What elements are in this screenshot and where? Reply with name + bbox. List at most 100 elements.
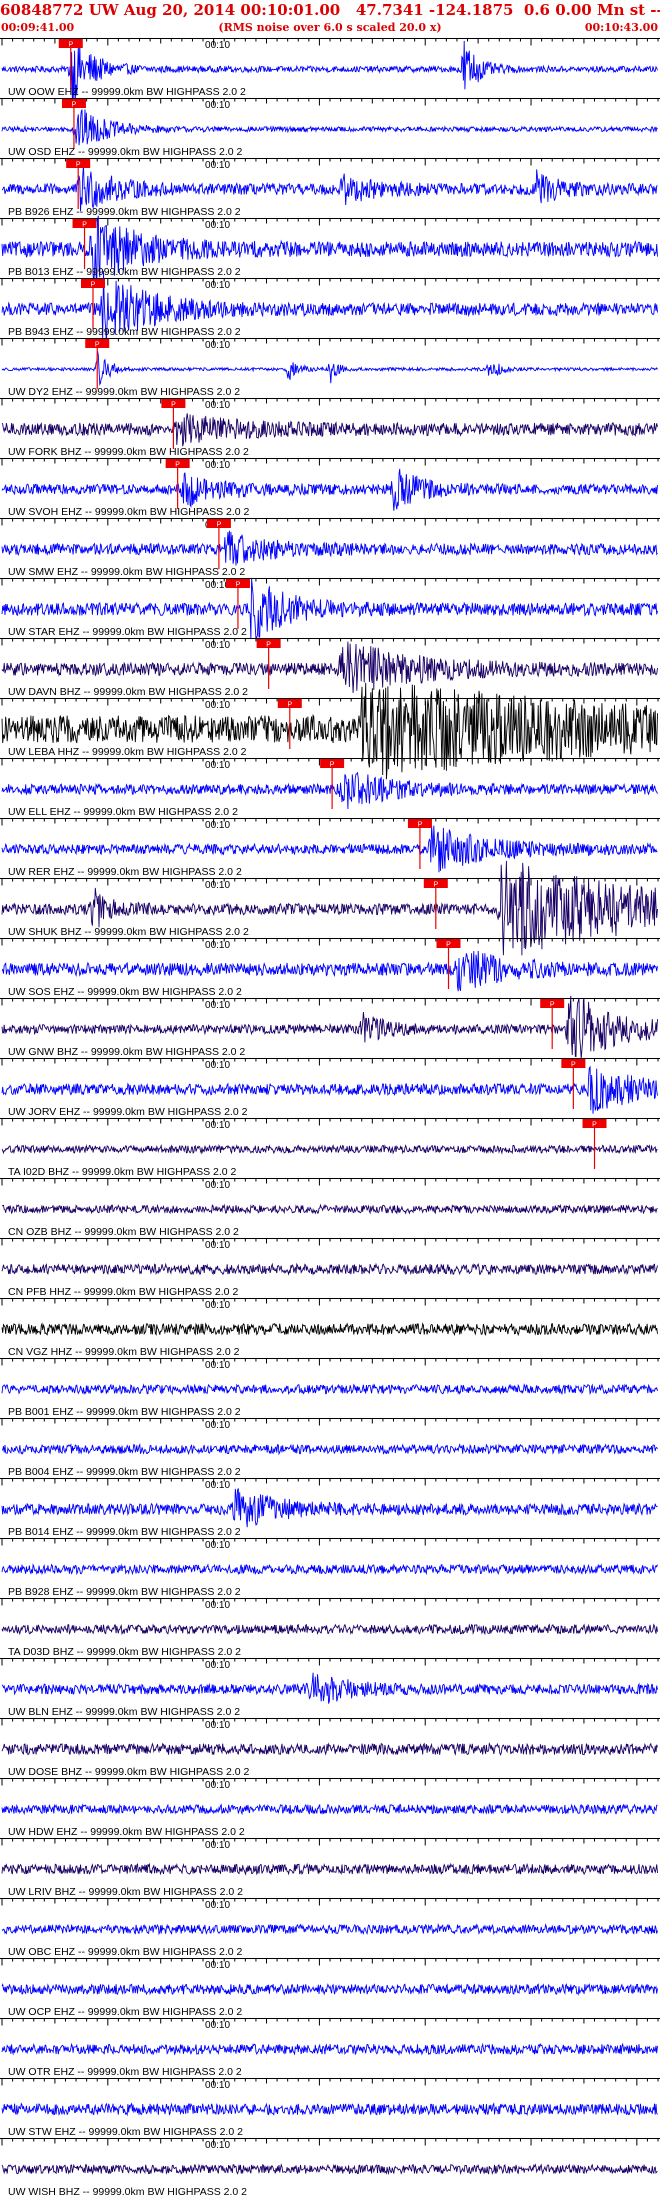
phase-pick-label: P [330, 762, 335, 769]
mid-time-label: 00:10 [205, 2140, 230, 2151]
waveform-trace [1, 1563, 658, 1576]
channel-28: 00:10 UW DOSE BHZ -- 99999.0km BW HIGHPAS… [0, 1718, 660, 1778]
channel-label: UW DOSE BHZ -- 99999.0km BW HIGHPASS 2.0… [8, 1766, 250, 1778]
channel-label: UW OCP EHZ -- 99999.0km BW HIGHPASS 2.0 … [8, 2006, 242, 2018]
phase-pick-label: P [571, 1062, 576, 1069]
channel-3: 00:10 P PB B013 EHZ -- 99999.0km BW HIGHPA… [0, 215, 660, 286]
channel-9: 00:10 PUW STAR EHZ -- 99999.0km BW HIGHPA… [0, 578, 660, 640]
waveform-trace [1, 771, 658, 810]
waveform-trace [1, 1923, 658, 1936]
phase-pick-label: P [217, 522, 222, 529]
channel-26: 00:10 TA D03D BHZ -- 99999.0km BW HIGHPAS… [0, 1598, 660, 1658]
channel-label: UW WISH BHZ -- 99999.0km BW HIGHPASS 2.0… [8, 2186, 247, 2198]
channel-label: TA D03D BHZ -- 99999.0km BW HIGHPASS 2.0… [8, 1646, 241, 1658]
seismogram-plot: 00:10 P UW OOW EHZ -- 99999.0km BW HIGHPAS… [0, 38, 660, 2198]
channel-20: 00:10 CN PFB HHZ -- 99999.0km BW HIGHPASS… [0, 1238, 660, 1298]
channel-5: 00:10 P UW DY2 EHZ -- 99999.0km BW HIGHPAS… [0, 338, 660, 398]
phase-pick-label: P [91, 282, 96, 289]
rms-note: (RMS noise over 6.0 s scaled 20.0 x) [218, 21, 442, 34]
channel-label: UW SMW EHZ -- 99999.0km BW HIGHPASS 2.0 … [8, 566, 245, 578]
waveform-trace [1, 1383, 658, 1396]
channel-30: 00:10 UW LRIV BHZ -- 99999.0km BW HIGHPAS… [0, 1838, 660, 1898]
channel-label: UW BLN EHZ -- 99999.0km BW HIGHPASS 2.0 … [8, 1706, 240, 1718]
mid-time-label: 00:10 [205, 1900, 230, 1911]
mid-time-label: 00:10 [205, 760, 230, 771]
mid-time-label: 00:10 [205, 340, 230, 351]
channel-label: PB B926 EHZ -- 99999.0km BW HIGHPASS 2.0… [8, 206, 241, 218]
channel-17: 00:10 P UW JORV EHZ -- 99999.0km BW HIGHPA… [0, 1058, 660, 1118]
mid-time-label: 00:10 [205, 1780, 230, 1791]
waveform-trace [1, 1803, 658, 1816]
waveform-trace [1, 2042, 658, 2056]
channel-18: 00:10 P TA I02D BHZ -- 99999.0km BW HIGHPA… [0, 1118, 660, 1178]
channel-label: PB B928 EHZ -- 99999.0km BW HIGHPASS 2.0… [8, 1586, 241, 1598]
waveform-trace [1, 1262, 658, 1276]
channel-label: UW SVOH EHZ -- 99999.0km BW HIGHPASS 2.0… [8, 506, 250, 518]
channel-6: 00:10 P UW FORK BHZ -- 99999.0km BW HIGHPA… [0, 398, 660, 458]
mid-time-label: 00:10 [205, 2080, 230, 2091]
channel-label: UW LRIV BHZ -- 99999.0km BW HIGHPASS 2.0… [8, 1886, 243, 1898]
channel-7: 00:10 P UW SVOH EHZ -- 99999.0km BW HIGHPA… [0, 458, 660, 518]
channel-label: PB B001 EHZ -- 99999.0km BW HIGHPASS 2.0… [8, 1406, 241, 1418]
phase-pick-label: P [76, 162, 81, 169]
mid-time-label: 00:10 [205, 280, 230, 291]
channel-34: 00:10 UW STW EHZ -- 99999.0km BW HIGHPASS… [0, 2078, 660, 2138]
phase-pick-label: P [175, 462, 180, 469]
waveform-trace [1, 2102, 658, 2117]
channel-32: 00:10 UW OCP EHZ -- 99999.0km BW HIGHPASS… [0, 1958, 660, 2018]
channel-label: UW OBC EHZ -- 99999.0km BW HIGHPASS 2.0 … [8, 1946, 243, 1958]
mid-time-label: 00:10 [205, 160, 230, 171]
channel-4: 00:10 P PB B943 EHZ -- 99999.0km BW HIGHPA… [0, 270, 660, 343]
channel-label: UW GNW BHZ -- 99999.0km BW HIGHPASS 2.0 … [8, 1046, 245, 1058]
mid-time-label: 00:10 [205, 220, 230, 231]
channel-label: UW OTR EHZ -- 99999.0km BW HIGHPASS 2.0 … [8, 2066, 242, 2078]
mid-time-label: 00:10 [205, 1240, 230, 1251]
channel-label: UW HDW EHZ -- 99999.0km BW HIGHPASS 2.0 … [8, 1826, 245, 1838]
mid-time-label: 00:10 [205, 820, 230, 831]
channel-label: UW JORV EHZ -- 99999.0km BW HIGHPASS 2.0… [8, 1106, 248, 1118]
mid-time-label: 00:10 [205, 40, 230, 51]
phase-pick-label: P [72, 102, 77, 109]
channel-25: 00:10 PB B928 EHZ -- 99999.0km BW HIGHPAS… [0, 1538, 660, 1598]
mid-time-label: 00:10 [205, 1840, 230, 1851]
channel-29: 00:10 UW HDW EHZ -- 99999.0km BW HIGHPASS… [0, 1778, 660, 1838]
channel-label: PB B014 EHZ -- 99999.0km BW HIGHPASS 2.0… [8, 1526, 241, 1538]
end-time: 00:10:43.00 [584, 21, 658, 34]
mid-time-label: 00:10 [205, 1060, 230, 1071]
phase-pick-label: P [236, 582, 241, 589]
channel-label: CN OZB BHZ -- 99999.0km BW HIGHPASS 2.0 … [8, 1226, 239, 1238]
channel-label: CN VGZ HHZ -- 99999.0km BW HIGHPASS 2.0 … [8, 1346, 240, 1358]
mid-time-label: 00:10 [205, 700, 230, 711]
channel-label: UW OSD EHZ -- 99999.0km BW HIGHPASS 2.0 … [8, 146, 243, 158]
phase-pick-label: P [418, 822, 423, 829]
waveform-trace [1, 1742, 658, 1756]
phase-pick-label: P [266, 642, 271, 649]
channel-label: UW LEBA HHZ -- 99999.0km BW HIGHPASS 2.0… [8, 746, 247, 758]
channel-35: 00:10 UW WISH BHZ -- 99999.0km BW HIGHPAS… [0, 2138, 660, 2198]
event-title: 60848772 UW Aug 20, 2014 00:10:01.00 47.… [0, 1, 660, 19]
mid-time-label: 00:10 [205, 100, 230, 111]
phase-pick-label: P [446, 942, 451, 949]
waveform-trace [1, 1862, 658, 1876]
mid-time-label: 00:10 [205, 640, 230, 651]
channel-0: 00:10 P UW OOW EHZ -- 99999.0km BW HIGHPAS… [0, 38, 660, 105]
channel-2: 00:10 P PB B926 EHZ -- 99999.0km BW HIGHPA… [0, 158, 660, 218]
mid-time-label: 00:10 [205, 1180, 230, 1191]
channel-label: UW RER EHZ -- 99999.0km BW HIGHPASS 2.0 … [8, 866, 242, 878]
mid-time-label: 00:10 [205, 1600, 230, 1611]
channel-13: 00:10 P UW RER EHZ -- 99999.0km BW HIGHPAS… [0, 818, 660, 878]
channel-31: 00:10 UW OBC EHZ -- 99999.0km BW HIGHPASS… [0, 1898, 660, 1958]
phase-pick-label: P [95, 342, 100, 349]
channel-8: 00:10PUW SMW EHZ -- 99999.0km BW HIGHPAS… [0, 518, 660, 578]
waveform-trace [1, 109, 658, 146]
channel-label: UW DAVN BHZ -- 99999.0km BW HIGHPASS 2.0… [8, 686, 248, 698]
phase-pick-label: P [171, 402, 176, 409]
mid-time-label: 00:10 [205, 1000, 230, 1011]
channel-22: 00:10 PB B001 EHZ -- 99999.0km BW HIGHPAS… [0, 1358, 660, 1418]
mid-time-label: 00:10 [205, 2020, 230, 2031]
mid-time-label: 00:10 [205, 1960, 230, 1971]
channel-label: UW SOS EHZ -- 99999.0km BW HIGHPASS 2.0 … [8, 986, 242, 998]
channel-27: 00:10 UW BLN EHZ -- 99999.0km BW HIGHPASS… [0, 1658, 660, 1718]
channel-label: UW STAR EHZ -- 99999.0km BW HIGHPASS 2.0… [8, 626, 247, 638]
channel-10: 00:10 P UW DAVN BHZ -- 99999.0km BW HIGHPA… [0, 638, 660, 698]
